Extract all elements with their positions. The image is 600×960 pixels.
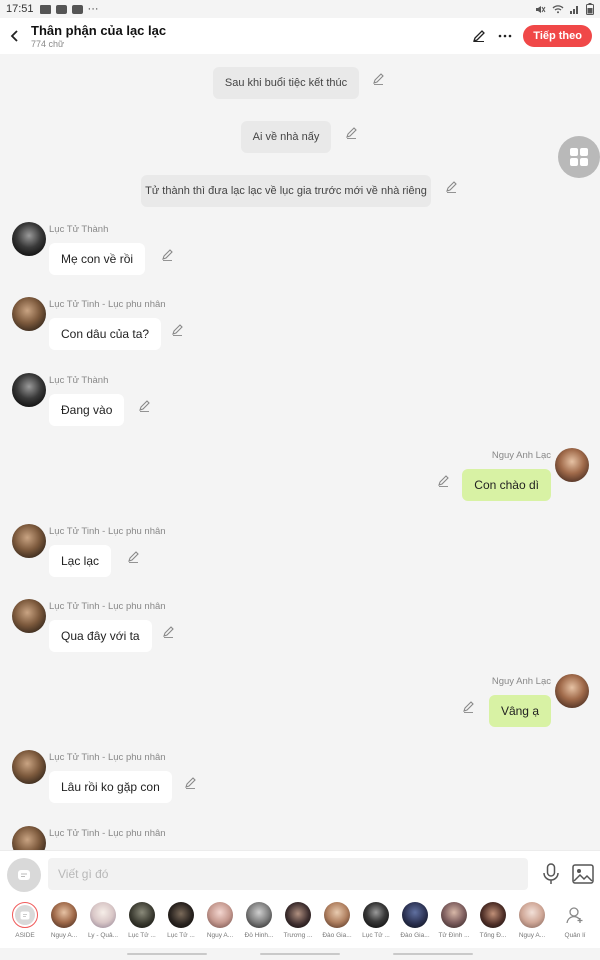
narration-message[interactable]: Sau khi buổi tiệc kết thúc (213, 67, 359, 99)
next-button[interactable]: Tiếp theo (523, 25, 592, 47)
message-icon (15, 905, 35, 925)
edit-pencil-icon[interactable] (462, 700, 476, 714)
character-chip[interactable]: Tổng Đ... (475, 902, 511, 942)
avatar[interactable] (12, 297, 46, 331)
wifi-icon (552, 5, 564, 14)
avatar[interactable] (12, 524, 46, 558)
more-notifications-icon: ··· (87, 3, 99, 15)
status-bar: 17:51 ··· (0, 0, 600, 18)
character-chip[interactable]: Nguy A... (514, 902, 550, 942)
nav-back-handle[interactable] (393, 953, 473, 955)
mute-icon (536, 5, 546, 13)
character-chip[interactable]: Đào Gia... (397, 902, 433, 942)
edit-pencil-icon[interactable] (345, 126, 359, 140)
message-bubble[interactable]: Qua đây với ta (49, 620, 152, 652)
message-bubble[interactable]: Mẹ con về rồi (49, 243, 146, 275)
character-chip[interactable]: Trương ... (280, 902, 316, 942)
avatar[interactable] (555, 448, 589, 482)
word-count: 774 chữ (31, 38, 65, 49)
character-chip[interactable]: Nguy A... (202, 902, 238, 942)
grid-menu-button[interactable] (558, 136, 600, 178)
image-icon[interactable] (572, 864, 594, 884)
character-chip[interactable]: Lục Tử ... (358, 902, 394, 942)
message-bubble[interactable]: Lâu rồi ko gặp con (49, 771, 172, 803)
manage-characters-icon (566, 907, 583, 924)
character-chip[interactable]: Ly - Quả... (85, 902, 121, 942)
grid-icon (570, 148, 588, 166)
chat-area[interactable]: Sau khi buổi tiệc kết thúc Ai về nhà nấy… (0, 54, 600, 850)
pencil-icon (473, 30, 486, 43)
message-bubble[interactable]: Đang vào (49, 394, 125, 426)
status-time: 17:51 (6, 3, 34, 15)
avatar[interactable] (555, 674, 589, 708)
character-name: Nguy Anh Lạc (491, 450, 551, 461)
signal-icon (570, 6, 578, 14)
story-title: Thân phận của lạc lạc (31, 22, 167, 38)
edit-pencil-icon[interactable] (372, 72, 386, 86)
avatar[interactable] (12, 826, 46, 850)
youtube-notification-icon (55, 4, 67, 14)
message-icon (18, 870, 30, 880)
zalo-notification-icon (71, 4, 83, 14)
nav-recents-handle[interactable] (127, 953, 207, 955)
character-chip[interactable]: Lục Tử ... (124, 902, 160, 942)
edit-pencil-icon[interactable] (161, 248, 175, 262)
character-bar: ASIDE Nguy A... Ly - Quả... Lục Tử ... L… (0, 896, 600, 948)
avatar[interactable] (12, 222, 46, 256)
message-bubble[interactable]: Lạc lạc (49, 545, 112, 577)
edit-title-button[interactable] (471, 28, 487, 44)
character-chip[interactable]: Tử Đình ... (436, 902, 472, 942)
character-name: Lục Tử Tinh - Lục phu nhân (49, 752, 166, 763)
character-aside[interactable]: ASIDE (7, 902, 43, 942)
gallery-notification-icon (39, 4, 51, 14)
character-chip[interactable]: Nguy A... (46, 902, 82, 942)
message-input[interactable] (48, 858, 528, 890)
microphone-icon[interactable] (541, 863, 561, 885)
edit-pencil-icon[interactable] (138, 399, 152, 413)
narration-message[interactable]: Tử thành thì đưa lạc lạc về lục gia trướ… (141, 175, 431, 207)
chevron-left-icon (10, 30, 18, 42)
character-name: Lục Tử Tinh - Lục phu nhân (49, 526, 166, 537)
message-bubble[interactable]: Con chào dì (462, 469, 551, 501)
message-bubble[interactable]: Vâng ạ (488, 695, 551, 727)
character-name: Lục Tử Tinh - Lục phu nhân (49, 828, 166, 839)
edit-pencil-icon[interactable] (445, 180, 459, 194)
edit-pencil-icon[interactable] (171, 323, 185, 337)
aside-toggle-button[interactable] (7, 858, 41, 892)
character-name: Nguy Anh Lạc (491, 676, 551, 687)
edit-pencil-icon[interactable] (162, 625, 176, 639)
character-name: Lục Tử Thành (49, 375, 109, 386)
edit-pencil-icon[interactable] (184, 776, 198, 790)
character-chip[interactable]: Đỗ Hinh... (241, 902, 277, 942)
battery-icon (586, 3, 594, 15)
edit-pencil-icon[interactable] (127, 550, 141, 564)
avatar[interactable] (12, 373, 46, 407)
character-label: ASIDE (15, 932, 35, 939)
character-name: Lục Tử Tinh - Lục phu nhân (49, 299, 166, 310)
character-manage[interactable]: Quản lí (557, 902, 593, 942)
system-nav-bar (0, 948, 600, 960)
narration-message[interactable]: Ai về nhà nấy (241, 121, 331, 153)
character-chip[interactable]: Đào Gia... (319, 902, 355, 942)
avatar[interactable] (12, 750, 46, 784)
avatar[interactable] (12, 599, 46, 633)
more-options-button[interactable] (497, 28, 513, 44)
back-button[interactable] (2, 18, 26, 54)
character-name: Lục Tử Thành (49, 224, 109, 235)
story-header: Thân phận của lạc lạc 774 chữ Tiếp theo (0, 18, 600, 54)
message-bubble[interactable]: Con dâu của ta? (49, 318, 162, 350)
nav-home-handle[interactable] (260, 953, 340, 955)
character-chip[interactable]: Lục Tử ... (163, 902, 199, 942)
more-dots-icon (498, 34, 512, 38)
composer-bar (0, 850, 600, 896)
character-name: Lục Tử Tinh - Lục phu nhân (49, 601, 166, 612)
edit-pencil-icon[interactable] (437, 474, 451, 488)
